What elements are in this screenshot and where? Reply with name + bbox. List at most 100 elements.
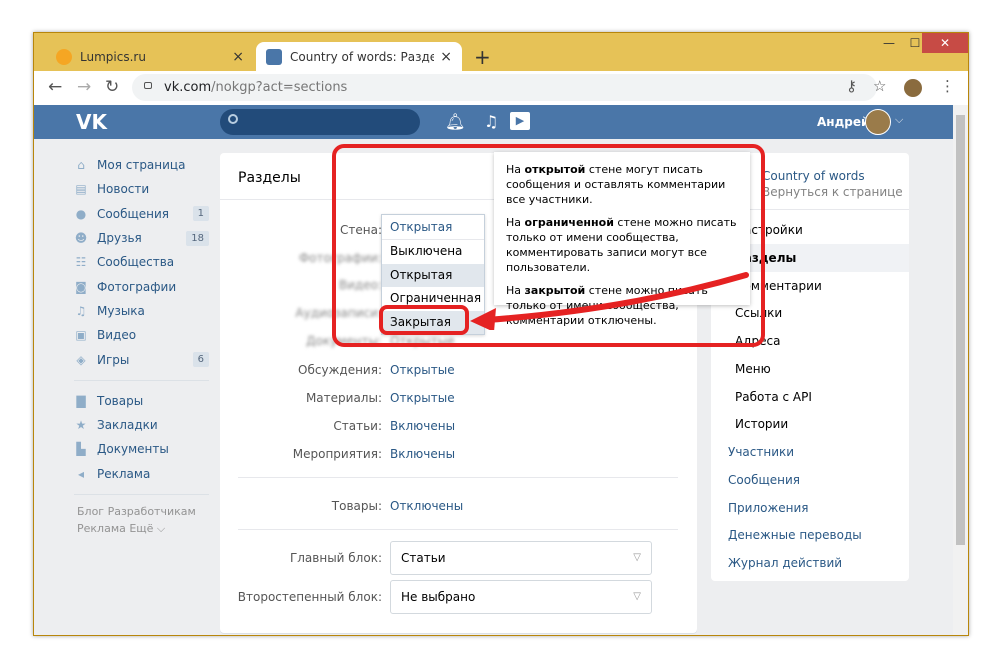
right-menu-link[interactable]: Журнал действий (728, 556, 842, 570)
sidebar-item-video[interactable]: ▣ Видео (74, 323, 209, 347)
sidebar-item-label: Друзья (97, 231, 142, 246)
search-input[interactable] (220, 109, 420, 135)
sidebar-footer-links[interactable]: Блог Разработчикам (77, 503, 209, 520)
chevron-down-icon[interactable]: ⌵ (895, 113, 903, 127)
sidebar-item-label: Сообщества (97, 255, 175, 270)
right-menu-link[interactable]: Участники (728, 445, 794, 459)
sidebar-item-friends[interactable]: ☻ Друзья 18 (74, 226, 209, 250)
tab-lumpics[interactable]: Lumpics.ru × (46, 42, 254, 71)
setting-row-events: Мероприятия: Включены (220, 447, 697, 467)
right-menu-subitem[interactable]: Работа с API (735, 390, 812, 404)
minimize-icon[interactable]: — (876, 33, 902, 53)
video-icon: ▣ (75, 328, 87, 343)
sidebar-item-label: Новости (97, 182, 150, 197)
annotation-arrow-icon (470, 272, 749, 330)
star-icon: ★ (75, 418, 87, 433)
close-tab-icon[interactable]: × (232, 49, 244, 65)
sidebar-item-games[interactable]: ◈ Игры 6 (74, 347, 209, 371)
count-badge: 1 (192, 206, 209, 222)
close-tab-icon[interactable]: × (440, 49, 452, 65)
sidebar-item-groups[interactable]: ☷ Сообщества (74, 250, 209, 274)
tab-country-of-words[interactable]: Country of words: Разделы × (256, 42, 462, 71)
sidebar-item-my-page[interactable]: ⌂ Моя страница (74, 153, 209, 177)
left-sidebar: ⌂ Моя страница ▤ Новости ● Сообщения 1 ☻ Друз… (74, 153, 209, 537)
groups-icon: ☷ (75, 255, 87, 270)
vk-logo[interactable]: VK (76, 110, 107, 134)
sidebar-item-documents[interactable]: ▙ Документы (74, 437, 209, 461)
sidebar-footer-links[interactable]: Реклама Ещё ⌵ (77, 520, 209, 537)
sidebar-item-label: Моя страница (97, 158, 186, 173)
sidebar-item-label: Товары (97, 393, 144, 408)
setting-row-articles: Статьи: Включены (220, 419, 697, 439)
sidebar-item-messages[interactable]: ● Сообщения 1 (74, 202, 209, 226)
setting-row-discussions: Обсуждения: Открытые (220, 363, 697, 383)
sidebar-item-goods[interactable]: ▇ Товары (74, 389, 209, 413)
sidebar-item-news[interactable]: ▤ Новости (74, 177, 209, 201)
sidebar-divider (74, 493, 209, 495)
messages-icon: ● (75, 206, 87, 221)
profile-avatar-icon[interactable] (904, 79, 922, 97)
bell-icon[interactable]: 🔔︎ (445, 112, 465, 131)
scrollbar-thumb[interactable] (956, 115, 965, 545)
avatar[interactable] (865, 109, 891, 135)
sidebar-item-music[interactable]: ♫ Музыка (74, 299, 209, 323)
window-close: ✕ (922, 33, 968, 53)
setting-row-materials: Материалы: Открытые (220, 391, 697, 411)
setting-value[interactable]: Открытые (390, 363, 455, 377)
bookmark-star-icon[interactable]: ☆ (873, 77, 886, 95)
sidebar-item-bookmarks[interactable]: ★ Закладки (74, 413, 209, 437)
setting-label: Материалы: (305, 391, 382, 405)
group-name-link[interactable]: Country of words (762, 169, 865, 183)
right-menu-link[interactable]: Сообщения (728, 473, 800, 487)
page-title: Разделы (238, 170, 301, 186)
right-menu-link[interactable]: Приложения (728, 501, 809, 515)
sidebar-item-photos[interactable]: ◙ Фотографии (74, 274, 209, 298)
chevron-down-icon: ▽ (633, 591, 641, 602)
menu-dots-icon[interactable]: ⋮ (940, 77, 955, 95)
sidebar-item-ads[interactable]: ◂ Реклама (74, 462, 209, 486)
right-menu-subitem[interactable]: Меню (735, 362, 771, 376)
games-icon: ◈ (76, 352, 86, 367)
setting-label: Мероприятия: (292, 447, 382, 461)
setting-value[interactable]: Включены (390, 447, 455, 461)
setting-value[interactable]: Включены (390, 419, 455, 433)
lumpics-favicon-icon (56, 48, 72, 65)
url-path: /nokgp?act=sections (211, 80, 348, 95)
sidebar-item-label: Видео (97, 328, 137, 343)
reload-icon[interactable]: ↻ (105, 77, 119, 97)
music-note-icon[interactable]: ♫ (484, 112, 498, 131)
page-scrollbar[interactable] (953, 105, 968, 635)
friends-icon: ☻ (74, 231, 88, 246)
sidebar-item-label: Игры (97, 352, 130, 367)
secondary-block-select[interactable]: Не выбрано ▽ (390, 580, 652, 614)
tab-title: Country of words: Разделы (290, 49, 434, 64)
user-name[interactable]: Андрей (817, 115, 869, 129)
setting-label: Обсуждения: (298, 363, 382, 377)
sidebar-item-label: Музыка (97, 303, 145, 318)
news-icon: ▤ (75, 182, 87, 197)
back-to-page-link[interactable]: Вернуться к странице (762, 185, 903, 199)
forward-arrow-icon[interactable]: → (77, 77, 91, 97)
right-menu-subitem[interactable]: Истории (735, 417, 788, 431)
url-host: vk.com (164, 80, 212, 95)
divider (238, 529, 678, 530)
url-field[interactable]: vk.com/nokgp?act=sections (132, 74, 877, 101)
play-icon[interactable]: ▶ (510, 112, 530, 130)
window-close-icon[interactable]: ✕ (922, 33, 968, 53)
setting-label: Главный блок: (289, 551, 382, 565)
back-arrow-icon[interactable]: ← (48, 77, 62, 97)
right-menu-link[interactable]: Денежные переводы (728, 528, 862, 542)
new-tab-button[interactable]: + (474, 45, 491, 69)
setting-value[interactable]: Отключены (390, 499, 463, 513)
ads-icon: ◂ (77, 466, 85, 481)
bag-icon: ▇ (76, 393, 86, 408)
setting-value[interactable]: Открытые (390, 391, 455, 405)
main-block-select[interactable]: Статьи ▽ (390, 541, 652, 575)
select-value: Статьи (401, 551, 446, 565)
lock-icon (144, 82, 152, 89)
setting-label: Товары: (331, 499, 382, 513)
home-icon: ⌂ (77, 158, 85, 173)
setting-label: Второстепенный блок: (237, 590, 382, 604)
key-icon[interactable]: ⚷ (846, 77, 857, 95)
sidebar-divider (74, 379, 209, 381)
